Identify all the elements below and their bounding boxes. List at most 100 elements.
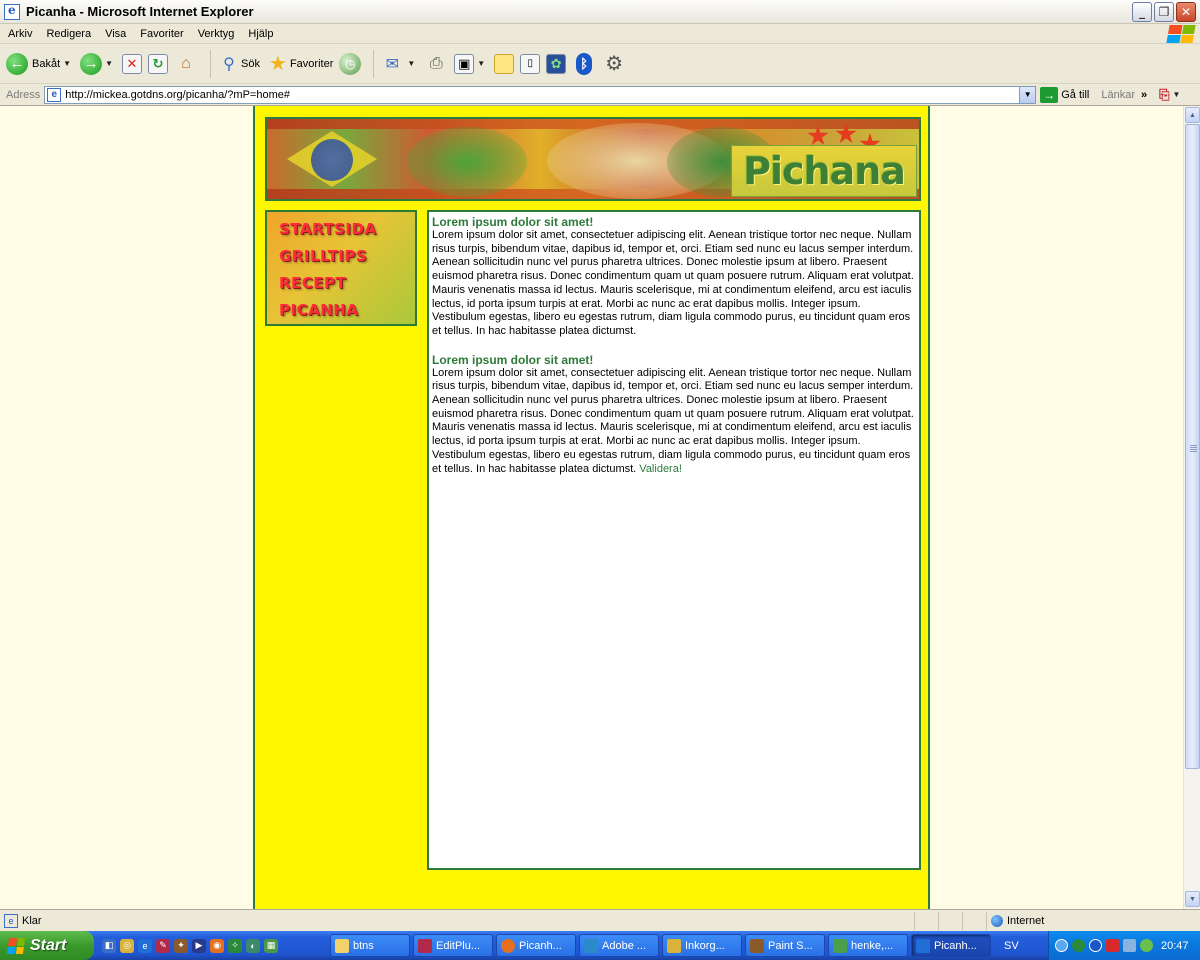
status-cell	[938, 911, 962, 930]
acrobat-icon[interactable]: ⎘	[1159, 87, 1169, 103]
k-icon[interactable]	[1106, 939, 1119, 952]
windows-flag-icon	[1166, 25, 1196, 43]
quick-launch: ◧ ◎ e ✎ ✦ ▶ ◉ ✧ ◐ ▦	[94, 938, 330, 953]
stop-button[interactable]: ✕	[121, 53, 142, 74]
mail-dropdown-icon[interactable]: ▼	[407, 59, 415, 68]
article-body-text: Lorem ipsum dolor sit amet, consectetuer…	[432, 366, 914, 475]
links-toolbar[interactable]: Länkar	[1101, 89, 1135, 101]
nav-recept[interactable]: RECEPT	[279, 270, 415, 297]
validate-link[interactable]: Validera!	[639, 463, 682, 475]
task-henke[interactable]: henke,...	[828, 934, 908, 957]
favorites-label: Favoriter	[289, 57, 334, 70]
nav-grilltips[interactable]: GRILLTIPS	[279, 243, 415, 270]
vertical-scrollbar[interactable]: ▲ ▼	[1183, 106, 1200, 909]
back-dropdown-icon[interactable]: ▼	[63, 59, 71, 68]
task-picanha-ie[interactable]: Picanh...	[911, 934, 991, 957]
menu-redigera[interactable]: Redigera	[46, 28, 91, 40]
paint-icon	[750, 938, 764, 953]
menu-arkiv[interactable]: Arkiv	[8, 28, 32, 40]
taskbar: Start ◧ ◎ e ✎ ✦ ▶ ◉ ✧ ◐ ▦ btns EditPlu..…	[0, 931, 1200, 960]
settings-button[interactable]: ⚙	[602, 52, 626, 76]
network-icon[interactable]	[1123, 939, 1136, 952]
settings-icon: ⚙	[605, 53, 624, 75]
task-picanha-firefox[interactable]: Picanh...	[496, 934, 576, 957]
ie-icon[interactable]: e	[138, 938, 152, 953]
clock[interactable]: 20:47	[1161, 940, 1189, 952]
task-label: Paint S...	[768, 939, 813, 952]
site-logo[interactable]: Pichana	[731, 145, 917, 197]
show-desktop-icon[interactable]: ◧	[102, 938, 116, 953]
forward-button[interactable]: → ▼	[80, 52, 116, 75]
search-button[interactable]: ⚲ Sök	[217, 52, 260, 76]
editor-icon[interactable]: ✎	[156, 938, 170, 953]
bluetooth-button[interactable]: ᛒ	[572, 52, 596, 76]
phone-button[interactable]: ▯	[520, 53, 541, 74]
minimize-button[interactable]: _	[1132, 2, 1152, 22]
page-icon: e	[47, 87, 62, 102]
menu-hjalp[interactable]: Hjälp	[248, 28, 273, 40]
favorites-button[interactable]: ★ Favoriter	[266, 52, 333, 76]
window-titlebar[interactable]: Picanha - Microsoft Internet Explorer _ …	[0, 0, 1200, 24]
links-more-button[interactable]: »	[1141, 89, 1147, 101]
outlook-icon[interactable]: ◎	[120, 938, 134, 953]
close-button[interactable]: ✕	[1176, 2, 1196, 22]
scroll-up-button[interactable]: ▲	[1185, 107, 1200, 123]
back-button[interactable]: ← Bakåt ▼	[6, 52, 74, 75]
task-inkorg[interactable]: Inkorg...	[662, 934, 742, 957]
phone-icon: ▯	[520, 53, 541, 74]
address-input[interactable]: e http://mickea.gotdns.org/picanha/?mP=h…	[44, 85, 1037, 104]
task-paint-shop[interactable]: Paint S...	[745, 934, 825, 957]
zone-label: Internet	[1007, 914, 1045, 927]
acrobat-dropdown-icon[interactable]: ▼	[1173, 90, 1181, 99]
firefox-icon[interactable]: ◉	[210, 938, 224, 953]
task-editplus[interactable]: EditPlu...	[413, 934, 493, 957]
forward-dropdown-icon[interactable]: ▼	[105, 59, 113, 68]
task-label: Picanh...	[934, 939, 977, 952]
article-body: Lorem ipsum dolor sit amet, consectetuer…	[432, 229, 914, 337]
security-zone: Internet	[986, 911, 1182, 930]
edit-dropdown-icon[interactable]: ▼	[477, 59, 485, 68]
scroll-down-button[interactable]: ▼	[1185, 891, 1200, 907]
browser-toolbar: ← Bakåt ▼ → ▼ ✕ ↻ ⌂ ⚲ Sök ★ Favoriter ◷ …	[0, 44, 1200, 84]
menu-favoriter[interactable]: Favoriter	[140, 28, 183, 40]
notes-button[interactable]	[494, 53, 515, 74]
print-icon: ⎙	[429, 54, 443, 72]
feed-icon[interactable]: ✧	[228, 938, 242, 953]
status-cell	[914, 911, 938, 930]
scroll-grip	[1190, 445, 1197, 453]
image-icon[interactable]: ▦	[264, 938, 278, 953]
ie-app-icon[interactable]	[4, 3, 20, 20]
task-label: btns	[353, 939, 374, 952]
mail-icon: ✉	[385, 55, 400, 73]
media-player-icon[interactable]: ▶	[192, 938, 206, 953]
antivirus-icon[interactable]	[1072, 939, 1085, 952]
menu-visa[interactable]: Visa	[105, 28, 126, 40]
address-dropdown-icon[interactable]: ▼	[1019, 86, 1036, 103]
restore-button[interactable]: ❐	[1154, 2, 1174, 22]
bluetooth-icon[interactable]	[1089, 939, 1102, 952]
edit-icon: ▣	[454, 53, 475, 74]
edit-button[interactable]: ▣ ▼	[454, 53, 488, 74]
nav-startsida[interactable]: STARTSIDA	[279, 216, 415, 243]
refresh-button[interactable]: ↻	[147, 53, 168, 74]
paint-icon[interactable]: ✦	[174, 938, 188, 953]
tray-expand-icon[interactable]	[1055, 939, 1068, 952]
print-button[interactable]: ⎙	[424, 52, 448, 76]
scroll-thumb[interactable]	[1185, 124, 1200, 769]
history-button[interactable]: ◷	[339, 52, 362, 75]
messenger-button[interactable]: ✿	[546, 53, 567, 74]
go-button[interactable]: → Gå till	[1040, 86, 1089, 103]
start-button[interactable]: Start	[0, 931, 94, 960]
menu-verktyg[interactable]: Verktyg	[198, 28, 235, 40]
nav-picanha[interactable]: PICANHA	[279, 297, 415, 324]
back-icon: ←	[6, 52, 28, 75]
users-icon[interactable]	[1140, 939, 1153, 952]
task-btns[interactable]: btns	[330, 934, 410, 957]
language-indicator[interactable]: SV	[1004, 940, 1030, 952]
task-adobe[interactable]: Adobe ...	[579, 934, 659, 957]
folder-icon	[335, 938, 349, 953]
home-button[interactable]: ⌂	[174, 52, 198, 76]
address-label: Adress	[6, 88, 41, 101]
mail-button[interactable]: ✉ ▼	[380, 52, 418, 76]
network-icon[interactable]: ◐	[246, 938, 260, 953]
